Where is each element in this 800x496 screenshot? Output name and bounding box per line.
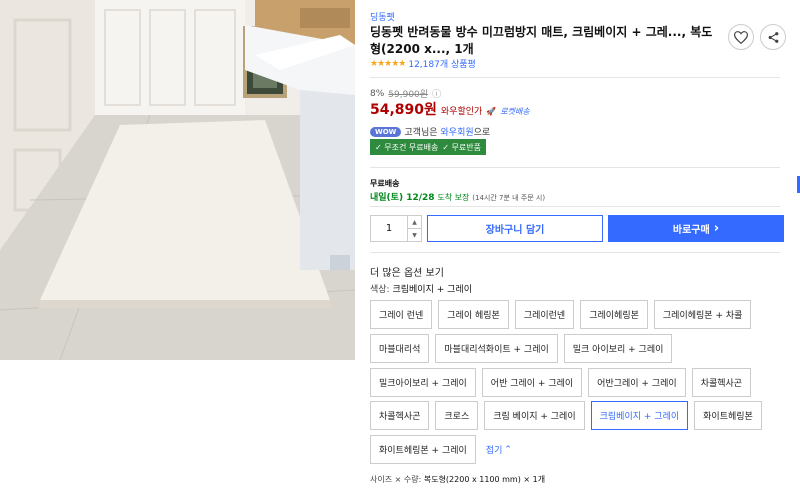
option-button[interactable]: 마블대리석화이트 + 그레이 [435, 334, 558, 363]
wow-member-row: WOW 고객님은 와우회원 으로 [370, 125, 490, 138]
option-row-2: 마블대리석 마블대리석화이트 + 그레이 밀크 아이보리 + 그레이 [370, 334, 673, 363]
size-value: 복도형(2200 x 1100 mm) × 1개 [423, 475, 546, 484]
option-row-1: 그레이 런넨 그레이 헤링본 그레이런넨 그레이헤링본 그레이헤링본 + 차콜 [370, 300, 752, 329]
quantity-arrows: ▲ ▼ [407, 216, 421, 241]
chevron-up-icon: ⌃ [504, 444, 512, 455]
product-image[interactable] [0, 0, 355, 360]
option-button[interactable]: 화이트헤링본 [694, 401, 762, 430]
share-icon [768, 31, 778, 43]
option-row-4: 차콜헥사곤 크로스 크림 베이지 + 그레이 크림베이지 + 그레이 화이트헤링본 [370, 401, 762, 430]
fold-label: 접기 [485, 446, 503, 456]
quantity-increase-icon[interactable]: ▲ [408, 216, 421, 229]
color-value: 크림베이지 + 그레이 [392, 285, 472, 295]
rocket-icon: 🚀 [486, 107, 497, 116]
divider [370, 252, 780, 253]
color-label: 색상: [370, 285, 390, 295]
option-button[interactable]: 차콜헥사곤 [370, 401, 430, 430]
option-button[interactable]: 그레이 헤링본 [438, 300, 509, 329]
discount-rate: 8% [370, 88, 385, 99]
star-rating: ★★★★★ [370, 58, 406, 69]
benefit-free-shipping: ✓ 무조건 무료배송 [375, 142, 439, 152]
option-button[interactable]: 어반 그레이 + 그레이 [481, 368, 583, 397]
option-button[interactable]: 밀크 아이보리 + 그레이 [563, 334, 673, 363]
option-row-3: 밀크아이보리 + 그레이 어반 그레이 + 그레이 어반그레이 + 그레이 차콜헥사곤 [370, 368, 752, 397]
delivery-date: 내일(토) 12/28 도착 보장 (14시간 7분 내 주문 시) [370, 190, 545, 203]
option-button[interactable]: 밀크아이보리 + 그레이 [370, 368, 476, 397]
order-deadline-note: (14시간 7분 내 주문 시) [472, 194, 546, 202]
size-quantity-row: 사이즈 × 수량: 복도형(2200 x 1100 mm) × 1개 [370, 474, 545, 485]
option-button[interactable]: 크로스 [435, 401, 479, 430]
size-label: 사이즈 × 수량: [370, 475, 422, 484]
quantity-input[interactable]: 1 [371, 216, 407, 241]
option-button[interactable]: 그레이 런넨 [370, 300, 433, 329]
fold-options-button[interactable]: 접기 ⌃ [482, 435, 516, 464]
wow-price-label: 와우할인가 [440, 107, 483, 117]
wow-member-link[interactable]: 와우회원 [441, 125, 474, 138]
sale-price: 54,890원 [370, 102, 437, 118]
benefit-free-return: ✓ 무료반품 [442, 142, 481, 152]
price-row: 54,890원 와우할인가 🚀 로켓배송 [370, 99, 530, 119]
wishlist-button[interactable] [728, 24, 754, 50]
option-row-5: 화이트헤링본 + 그레이 접기 ⌃ [370, 435, 516, 464]
heart-icon [734, 30, 748, 44]
wow-badge: WOW [370, 126, 402, 137]
wow-text-prefix: 고객님은 [404, 128, 438, 138]
shipping-label: 무료배송 [370, 179, 400, 188]
more-options-title: 더 많은 옵션 보기 [370, 268, 444, 279]
product-title: 딩동펫 반려동물 방수 미끄럼방지 매트, 크림베이지 + 그레..., 복도형… [370, 25, 713, 56]
quantity-stepper[interactable]: 1 ▲ ▼ [370, 215, 422, 242]
option-button[interactable]: 크림베이지 + 그레이 [590, 401, 689, 430]
option-button[interactable]: 그레이런넨 [514, 300, 575, 329]
chevron-right-icon: › [713, 221, 720, 236]
rocket-delivery-label: 로켓배송 [500, 107, 530, 116]
buy-now-label: 바로구매 [672, 225, 710, 236]
rating-row[interactable]: ★★★★★ 12,187개 상품평 [370, 57, 476, 71]
option-button[interactable]: 어반그레이 + 그레이 [588, 368, 686, 397]
divider [370, 206, 780, 207]
share-button[interactable] [760, 24, 786, 50]
wow-text-suffix: 으로 [473, 128, 491, 138]
option-button[interactable]: 크림 베이지 + 그레이 [484, 401, 585, 430]
option-button[interactable]: 화이트헤링본 + 그레이 [370, 435, 476, 464]
add-to-cart-button[interactable]: 장바구니 담기 [427, 215, 603, 242]
action-buttons [728, 24, 786, 50]
buy-now-button[interactable]: 바로구매 › [608, 215, 784, 242]
option-button[interactable]: 마블대리석 [370, 334, 430, 363]
arrival-guarantee: 도착 보장 [437, 193, 470, 202]
divider [370, 77, 780, 78]
selected-color-row: 색상: 크림베이지 + 그레이 [370, 282, 472, 295]
option-button[interactable]: 그레이헤링본 [580, 300, 648, 329]
quantity-decrease-icon[interactable]: ▼ [408, 229, 421, 241]
option-button[interactable]: 그레이헤링본 + 차콜 [653, 300, 752, 329]
arrival-date: 내일(토) 12/28 [370, 193, 435, 203]
wow-benefit-badge: ✓ 무조건 무료배송 ✓ 무료반품 [370, 139, 486, 155]
option-button[interactable]: 차콜헥사곤 [691, 368, 752, 397]
brand-link[interactable]: 딩동펫 [370, 10, 395, 23]
review-count-link[interactable]: 12,187개 상품평 [408, 57, 475, 70]
divider [370, 167, 780, 168]
